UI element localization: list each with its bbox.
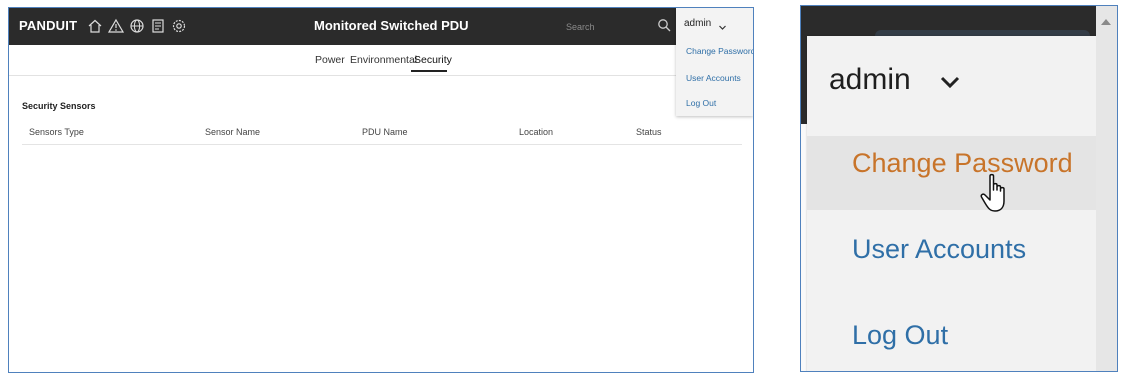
menu-item-change-password[interactable]: Change Password	[852, 148, 1073, 179]
search-icon[interactable]	[657, 18, 671, 32]
user-menu-toggle[interactable]: admin	[829, 63, 911, 97]
column-header-location[interactable]: Location	[519, 127, 553, 137]
hand-pointer-cursor-icon	[980, 173, 1012, 215]
section-title: Security Sensors	[22, 101, 96, 111]
document-icon[interactable]	[150, 18, 166, 34]
zoomed-user-menu-screenshot: admin Change Password User Accounts Log …	[800, 5, 1118, 372]
table-header-divider	[22, 144, 742, 145]
column-header-pdu-name[interactable]: PDU Name	[362, 127, 408, 137]
user-menu-dropdown-zoomed: admin Change Password User Accounts Log …	[807, 36, 1099, 371]
menu-item-user-accounts[interactable]: User Accounts	[852, 234, 1026, 265]
chevron-down-icon[interactable]	[718, 19, 727, 30]
app-title: Monitored Switched PDU	[314, 18, 469, 33]
user-menu-dropdown: admin Change Password User Accounts Log …	[676, 8, 753, 116]
user-menu-toggle[interactable]: admin	[684, 18, 711, 29]
search-input[interactable]	[564, 16, 668, 38]
column-header-sensor-name[interactable]: Sensor Name	[205, 127, 260, 137]
alert-icon[interactable]	[107, 18, 125, 34]
settings-icon[interactable]	[171, 18, 187, 34]
tab-power[interactable]: Power	[315, 54, 345, 66]
menu-item-log-out[interactable]: Log Out	[852, 320, 948, 351]
menu-item-change-password[interactable]: Change Password	[686, 46, 753, 56]
panduit-logo: PANDUIT	[19, 18, 78, 33]
pdu-web-ui-screenshot: PANDUIT Monitored Switched PDU Power Env…	[8, 7, 754, 373]
active-tab-indicator	[411, 70, 447, 72]
vertical-scrollbar[interactable]	[1096, 6, 1117, 371]
home-icon[interactable]	[87, 18, 103, 34]
menu-item-user-accounts[interactable]: User Accounts	[686, 73, 741, 83]
globe-icon[interactable]	[129, 18, 145, 34]
menu-item-log-out[interactable]: Log Out	[686, 98, 716, 108]
column-header-status[interactable]: Status	[636, 127, 662, 137]
scroll-up-arrow-icon[interactable]	[1099, 14, 1113, 25]
top-navigation-bar: PANDUIT Monitored Switched PDU	[9, 8, 753, 45]
tab-security[interactable]: Security	[414, 54, 452, 66]
column-header-sensors-type[interactable]: Sensors Type	[29, 127, 84, 137]
tab-environmental[interactable]: Environmental	[350, 54, 417, 66]
tab-bar: Power Environmental Security	[9, 45, 753, 76]
chevron-down-icon[interactable]	[939, 75, 961, 89]
